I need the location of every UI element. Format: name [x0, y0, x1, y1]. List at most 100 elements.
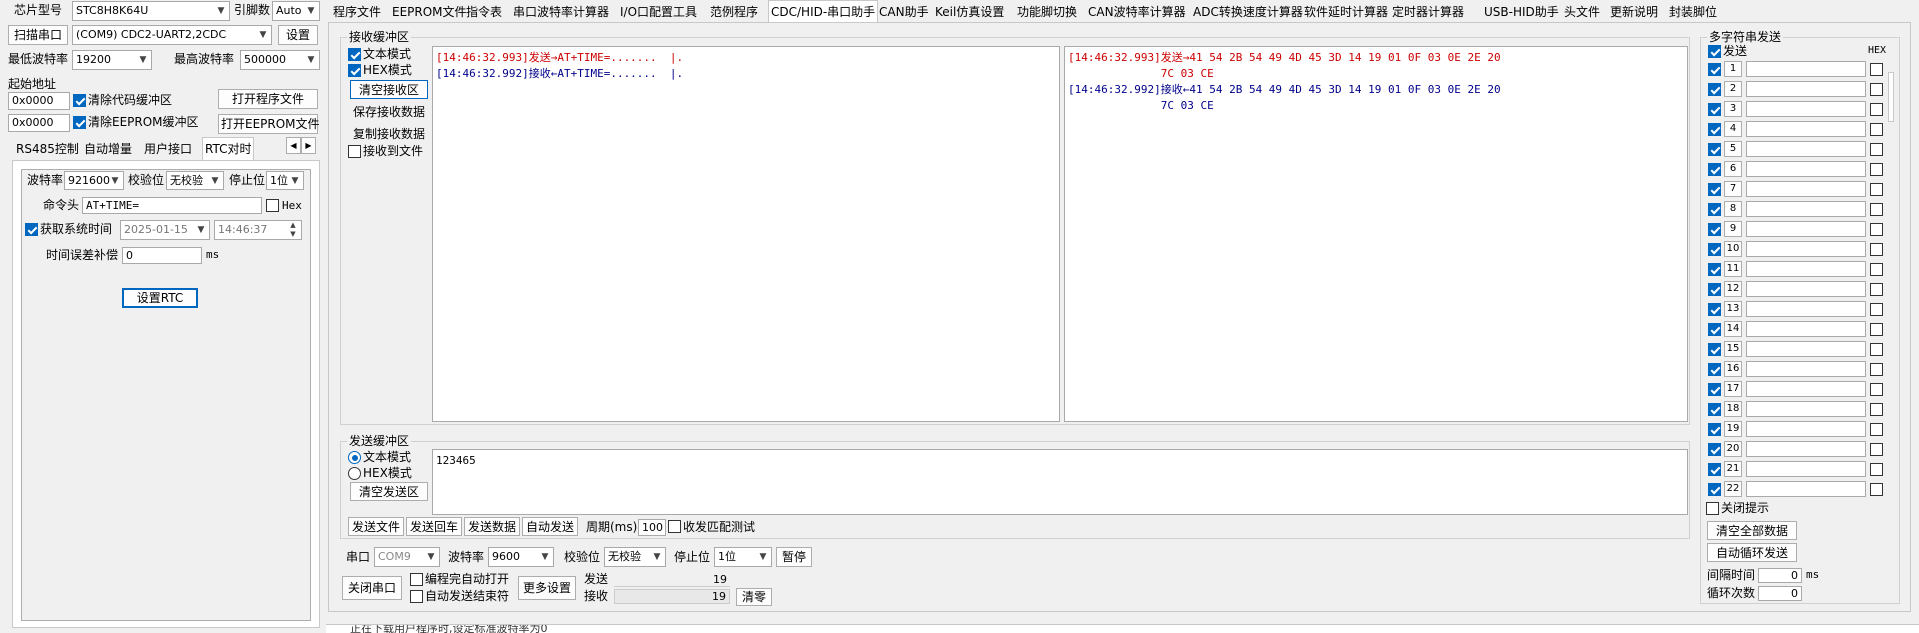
multi-row-send-button[interactable]: 10 [1724, 241, 1742, 257]
more-settings-button[interactable]: 更多设置 [518, 576, 576, 600]
multi-row-send-checkbox[interactable] [1708, 483, 1721, 496]
multi-row-send-checkbox[interactable] [1708, 243, 1721, 256]
port-select[interactable]: (COM9) CDC2-UART2,2CDC ▼ [72, 25, 272, 45]
period-input[interactable]: 100 [638, 519, 666, 536]
multi-row-send-button[interactable]: 3 [1724, 101, 1742, 117]
multi-row-hex-checkbox[interactable] [1870, 203, 1883, 216]
send-data-button[interactable]: 发送数据 [464, 517, 520, 536]
address1-input[interactable]: 0x0000 [8, 92, 70, 110]
cmd-hex-checkbox[interactable] [266, 199, 279, 212]
auto-open-checkbox[interactable] [410, 573, 423, 586]
tab-baud-calculator[interactable]: 串口波特率计算器 [511, 1, 611, 23]
multi-row-send-button[interactable]: 6 [1724, 161, 1742, 177]
tab-command-table[interactable]: 指令表 [464, 1, 504, 23]
chip-select[interactable]: STC8H8K64U ▼ [72, 1, 230, 21]
copy-receive-button[interactable]: 复制接收数据 [350, 124, 428, 143]
multi-row-text-input[interactable] [1746, 161, 1866, 177]
recv-to-file-checkbox[interactable] [348, 145, 361, 158]
multi-scrollbar[interactable] [1888, 72, 1894, 122]
multi-send-all-checkbox[interactable] [1708, 45, 1721, 58]
multi-row-send-checkbox[interactable] [1708, 143, 1721, 156]
clear-send-button[interactable]: 清空发送区 [350, 482, 428, 501]
tab-can-assistant[interactable]: CAN助手 [877, 1, 931, 23]
open-program-button[interactable]: 打开程序文件 [218, 89, 318, 109]
multi-row-hex-checkbox[interactable] [1870, 223, 1883, 236]
close-port-button[interactable]: 关闭串口 [342, 576, 402, 600]
multi-row-send-checkbox[interactable] [1708, 223, 1721, 236]
multi-row-send-checkbox[interactable] [1708, 323, 1721, 336]
multi-row-send-checkbox[interactable] [1708, 363, 1721, 376]
multi-row-hex-checkbox[interactable] [1870, 83, 1883, 96]
multi-row-send-checkbox[interactable] [1708, 263, 1721, 276]
spin-updown-icon[interactable]: ▲ ▼ [287, 221, 299, 239]
multi-row-hex-checkbox[interactable] [1870, 143, 1883, 156]
tab-io-config[interactable]: I/O口配置工具 [618, 1, 699, 23]
cmd-head-input[interactable]: AT+TIME= [82, 197, 262, 214]
multi-row-send-button[interactable]: 16 [1724, 361, 1742, 377]
tab-eeprom-file[interactable]: EEPROM文件 [390, 1, 469, 23]
multi-row-text-input[interactable] [1746, 321, 1866, 337]
rtc-baud-select[interactable]: 921600 ▼ [64, 171, 124, 190]
send-enter-button[interactable]: 发送回车 [406, 517, 462, 536]
multi-row-send-checkbox[interactable] [1708, 103, 1721, 116]
multi-row-text-input[interactable] [1746, 81, 1866, 97]
auto-loop-send-button[interactable]: 自动循环发送 [1707, 543, 1797, 562]
send-hex-mode-radio[interactable] [348, 467, 361, 480]
multi-row-send-checkbox[interactable] [1708, 463, 1721, 476]
multi-row-send-checkbox[interactable] [1708, 203, 1721, 216]
clear-receive-button[interactable]: 清空接收区 [350, 80, 428, 99]
tab-can-baud-calculator[interactable]: CAN波特率计算器 [1086, 1, 1188, 23]
multi-row-text-input[interactable] [1746, 261, 1866, 277]
multi-row-text-input[interactable] [1746, 201, 1866, 217]
stop-combo[interactable]: 1位 ▼ [714, 547, 772, 567]
multi-row-hex-checkbox[interactable] [1870, 123, 1883, 136]
multi-row-hex-checkbox[interactable] [1870, 303, 1883, 316]
multi-row-hex-checkbox[interactable] [1870, 103, 1883, 116]
multi-row-hex-checkbox[interactable] [1870, 183, 1883, 196]
multi-row-text-input[interactable] [1746, 141, 1866, 157]
multi-row-hex-checkbox[interactable] [1870, 163, 1883, 176]
pause-button[interactable]: 暂停 [776, 547, 812, 567]
multi-row-send-button[interactable]: 7 [1724, 181, 1742, 197]
tab-examples[interactable]: 范例程序 [708, 1, 760, 23]
multi-row-text-input[interactable] [1746, 221, 1866, 237]
tab-scroll-left-button[interactable]: ◀ [286, 137, 301, 154]
tab-pin-switch[interactable]: 功能脚切换 [1015, 1, 1079, 23]
rtc-stop-select[interactable]: 1位 ▼ [266, 171, 304, 190]
close-tip-checkbox[interactable] [1706, 502, 1719, 515]
tab-delay-calculator[interactable]: 软件延时计算器 [1302, 1, 1390, 23]
tab-rs485[interactable]: RS485控制 [14, 138, 81, 160]
multi-row-hex-checkbox[interactable] [1870, 243, 1883, 256]
multi-row-text-input[interactable] [1746, 341, 1866, 357]
date-picker[interactable]: 2025-01-15 ▼ [120, 220, 210, 240]
multi-row-text-input[interactable] [1746, 241, 1866, 257]
multi-row-send-button[interactable]: 20 [1724, 441, 1742, 457]
multi-row-hex-checkbox[interactable] [1870, 403, 1883, 416]
multi-row-send-checkbox[interactable] [1708, 303, 1721, 316]
multi-row-send-checkbox[interactable] [1708, 343, 1721, 356]
multi-row-send-button[interactable]: 8 [1724, 201, 1742, 217]
multi-row-send-checkbox[interactable] [1708, 123, 1721, 136]
multi-row-text-input[interactable] [1746, 281, 1866, 297]
set-rtc-button[interactable]: 设置RTC [122, 288, 198, 308]
multi-row-send-checkbox[interactable] [1708, 403, 1721, 416]
multi-row-text-input[interactable] [1746, 361, 1866, 377]
tab-usb-hid-assistant[interactable]: USB-HID助手 [1482, 1, 1561, 23]
tab-timer-calculator[interactable]: 定时器计算器 [1390, 1, 1466, 23]
multi-row-text-input[interactable] [1746, 121, 1866, 137]
multi-row-text-input[interactable] [1746, 61, 1866, 77]
recv-hex-mode-checkbox[interactable] [348, 64, 361, 77]
send-file-button[interactable]: 发送文件 [348, 517, 404, 536]
multi-row-hex-checkbox[interactable] [1870, 63, 1883, 76]
rtc-parity-select[interactable]: 无校验 ▼ [166, 171, 224, 190]
multi-row-hex-checkbox[interactable] [1870, 463, 1883, 476]
tab-cdc-serial-assistant[interactable]: CDC/HID-串口助手 [768, 0, 879, 23]
max-baud-select[interactable]: 500000 ▼ [240, 50, 320, 70]
clear-all-data-button[interactable]: 清空全部数据 [1707, 521, 1797, 540]
auto-send-button[interactable]: 自动发送 [522, 517, 578, 536]
send-text-area[interactable]: 123465 [432, 449, 1688, 515]
baud-combo[interactable]: 9600 ▼ [488, 547, 554, 567]
multi-row-text-input[interactable] [1746, 481, 1866, 497]
multi-row-send-checkbox[interactable] [1708, 423, 1721, 436]
multi-row-send-button[interactable]: 1 [1724, 61, 1742, 77]
